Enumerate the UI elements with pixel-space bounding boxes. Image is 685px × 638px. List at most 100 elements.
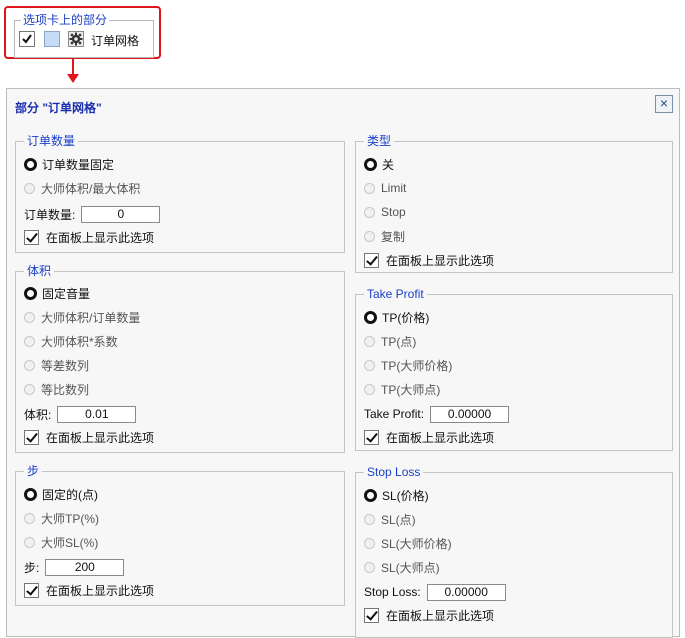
group-stop-loss: Stop Loss SL(价格) SL(点) SL(大师价格) SL(大师点) …	[355, 465, 673, 638]
radio-selected-icon	[24, 286, 37, 300]
field-label: 体积:	[24, 407, 52, 422]
stop-loss-input[interactable]: 0.00000	[426, 583, 506, 601]
radio-sl-price[interactable]: SL(价格)	[364, 486, 429, 504]
group-volume: 体积 固定音量 大师体积/订单数量 大师体积*系数 等差数列 等比数列 体积: …	[15, 264, 345, 453]
radio-icon	[24, 311, 35, 323]
radio-selected-icon	[24, 487, 37, 501]
show-on-panel-checkbox[interactable]: 在面板上显示此选项	[24, 581, 154, 599]
volume-field-row: 体积: 0.01	[24, 405, 137, 423]
radio-step-master-sl[interactable]: 大师SL(%)	[24, 533, 98, 551]
group-step: 步 固定的(点) 大师TP(%) 大师SL(%) 步: 200 在面板上显示此选…	[15, 464, 345, 606]
take-profit-input[interactable]: 0.00000	[430, 405, 510, 423]
check-icon	[22, 34, 32, 44]
panel-title: 部分 "订单网格"	[15, 101, 102, 115]
radio-type-stop[interactable]: Stop	[364, 203, 406, 221]
radio-selected-icon	[364, 310, 377, 324]
show-on-panel-checkbox[interactable]: 在面板上显示此选项	[364, 251, 494, 269]
group-legend: Take Profit	[364, 287, 427, 301]
radio-label: SL(大师价格)	[381, 536, 452, 551]
show-on-panel-checkbox[interactable]: 在面板上显示此选项	[24, 428, 154, 446]
radio-type-limit[interactable]: Limit	[364, 179, 406, 197]
radio-type-copy[interactable]: 复制	[364, 227, 405, 245]
radio-tp-price[interactable]: TP(价格)	[364, 308, 429, 326]
radio-step-master-tp[interactable]: 大师TP(%)	[24, 509, 99, 527]
radio-label: Stop	[381, 205, 406, 219]
radio-selected-icon	[24, 157, 37, 171]
radio-icon	[364, 561, 375, 573]
radio-sl-master-points[interactable]: SL(大师点)	[364, 558, 440, 576]
show-on-panel-checkbox[interactable]: 在面板上显示此选项	[364, 606, 494, 624]
check-icon	[24, 229, 39, 245]
radio-label: 大师体积*系数	[41, 334, 118, 349]
color-swatch-icon[interactable]	[44, 31, 60, 47]
radio-icon	[364, 182, 375, 194]
radio-volume-geometric[interactable]: 等比数列	[24, 380, 89, 398]
step-input[interactable]: 200	[45, 558, 125, 576]
radio-label: 大师SL(%)	[41, 535, 99, 550]
radio-icon	[364, 383, 375, 395]
checkbox-label: 在面板上显示此选项	[46, 583, 155, 598]
show-on-panel-checkbox[interactable]: 在面板上显示此选项	[24, 228, 154, 246]
callout-checkbox[interactable]	[19, 31, 35, 47]
radio-icon	[24, 383, 35, 395]
radio-type-off[interactable]: 关	[364, 155, 394, 173]
radio-icon	[24, 359, 35, 371]
radio-icon	[24, 182, 35, 194]
radio-icon	[364, 537, 375, 549]
radio-volume-master-div-qty[interactable]: 大师体积/订单数量	[24, 308, 140, 326]
callout-legend: 选项卡上的部分	[21, 13, 110, 27]
step-field-row: 步: 200	[24, 558, 125, 576]
radio-label: 等比数列	[41, 382, 90, 397]
radio-label: Limit	[381, 181, 407, 195]
radio-label: TP(点)	[381, 334, 417, 349]
show-on-panel-checkbox[interactable]: 在面板上显示此选项	[364, 428, 494, 446]
field-label: Take Profit:	[364, 407, 425, 421]
settings-panel: 部分 "订单网格" × 订单数量 订单数量固定 大师体积/最大体积 订单数量: …	[6, 88, 680, 638]
group-take-profit: Take Profit TP(价格) TP(点) TP(大师价格) TP(大师点…	[355, 287, 673, 451]
radio-icon	[24, 536, 35, 548]
radio-icon	[364, 230, 375, 242]
volume-input[interactable]: 0.01	[57, 405, 137, 423]
radio-sl-points[interactable]: SL(点)	[364, 510, 416, 528]
radio-label: 固定音量	[42, 286, 91, 301]
checkbox-label: 在面板上显示此选项	[46, 230, 155, 245]
close-button[interactable]: ×	[655, 95, 673, 113]
radio-label: 固定的(点)	[42, 487, 98, 502]
radio-volume-fixed[interactable]: 固定音量	[24, 284, 90, 302]
check-icon	[364, 607, 379, 623]
gear-icon	[69, 32, 83, 46]
order-qty-input[interactable]: 0	[81, 205, 161, 223]
radio-selected-icon	[364, 488, 377, 502]
callout-group: 选项卡上的部分 订单网格	[14, 13, 154, 58]
radio-label: TP(价格)	[382, 310, 430, 325]
radio-step-fixed[interactable]: 固定的(点)	[24, 485, 98, 503]
check-icon	[24, 429, 39, 445]
radio-label: 关	[382, 157, 395, 172]
group-legend: Stop Loss	[364, 465, 424, 479]
radio-label: 订单数量固定	[42, 157, 115, 172]
callout-item-label: 订单网格	[91, 34, 140, 48]
radio-tp-master-points[interactable]: TP(大师点)	[364, 380, 440, 398]
tp-field-row: Take Profit: 0.00000	[364, 405, 510, 423]
group-type: 类型 关 Limit Stop 复制 在面板上显示此选项	[355, 134, 673, 273]
radio-label: 大师体积/订单数量	[41, 310, 141, 325]
field-label: 订单数量:	[24, 207, 76, 222]
field-label: 步:	[24, 560, 40, 575]
radio-volume-arithmetic[interactable]: 等差数列	[24, 356, 89, 374]
order-qty-field-row: 订单数量: 0	[24, 205, 161, 223]
check-icon	[364, 429, 379, 445]
settings-button[interactable]	[68, 31, 84, 47]
radio-label: 复制	[381, 229, 406, 244]
check-icon	[364, 252, 379, 268]
radio-label: TP(大师点)	[381, 382, 441, 397]
radio-order-qty-master[interactable]: 大师体积/最大体积	[24, 179, 140, 197]
radio-tp-master-price[interactable]: TP(大师价格)	[364, 356, 452, 374]
radio-order-qty-fixed[interactable]: 订单数量固定	[24, 155, 114, 173]
radio-volume-master-coef[interactable]: 大师体积*系数	[24, 332, 118, 350]
radio-label: 大师TP(%)	[41, 511, 99, 526]
radio-sl-master-price[interactable]: SL(大师价格)	[364, 534, 452, 552]
radio-icon	[24, 512, 35, 524]
checkbox-label: 在面板上显示此选项	[46, 430, 155, 445]
radio-tp-points[interactable]: TP(点)	[364, 332, 416, 350]
field-label: Stop Loss:	[364, 585, 421, 599]
